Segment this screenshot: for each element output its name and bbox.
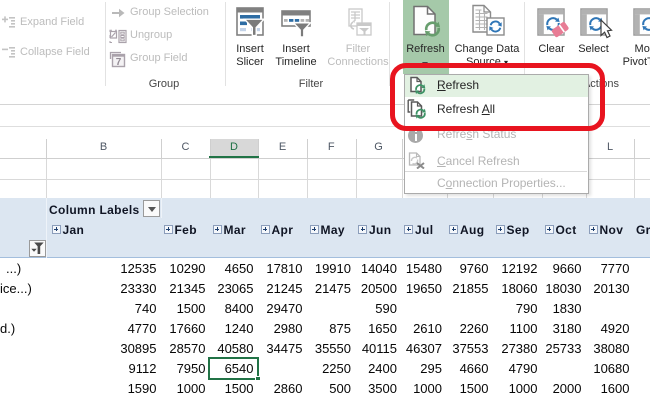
svg-text:7: 7	[116, 57, 122, 68]
